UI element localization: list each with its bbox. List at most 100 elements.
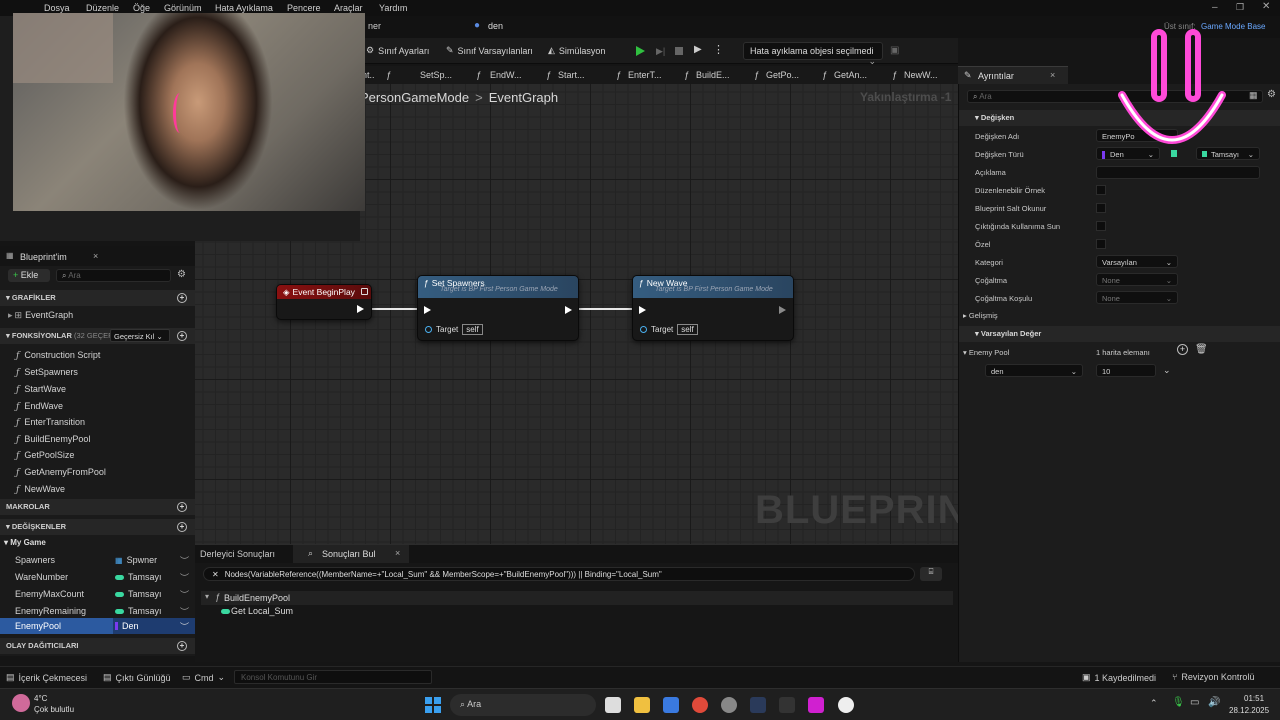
tab-compiler-results[interactable]: Derleyici Sonuçları	[200, 549, 275, 559]
content-drawer-button[interactable]: ▤ İçerik Çekmecesi	[6, 672, 87, 683]
private-checkbox[interactable]	[1096, 239, 1106, 249]
trash-icon[interactable]: 🗑	[1195, 344, 1208, 355]
add-function-icon[interactable]: +	[177, 331, 187, 341]
exec-out-pin[interactable]	[565, 306, 572, 314]
variable-row[interactable]: EnemyRemaining Tamsayı ︶	[0, 603, 195, 619]
settings-icon[interactable]: ⚙	[177, 269, 186, 280]
target-pin[interactable]: Target self	[640, 324, 698, 335]
cmd-dropdown[interactable]: ▭ Cmd ⌄	[182, 672, 225, 683]
volume-icon[interactable]: 🔊	[1208, 697, 1220, 708]
variable-row[interactable]: Spawners ▦ Spwner ︶	[0, 552, 195, 568]
windows-start-icon[interactable]	[425, 697, 441, 713]
unsaved-label: 1 Kaydedilmedi	[1094, 672, 1157, 683]
file-explorer-icon[interactable]	[634, 697, 650, 713]
epic-games-icon[interactable]	[779, 697, 795, 713]
revision-control-button[interactable]: ⑂ Revizyon Kontrolü	[1172, 672, 1254, 682]
readonly-checkbox[interactable]	[1096, 203, 1106, 213]
editable-checkbox[interactable]	[1096, 185, 1106, 195]
function-endwave[interactable]: ƒ EndWave	[16, 401, 63, 412]
enemy-pool-row[interactable]: ▾ Enemy Pool	[963, 348, 1009, 357]
close-tab-icon[interactable]: ×	[93, 251, 98, 261]
find-results-panel: Derleyici Sonuçları ⌕ Sonuçları Bul × ✕ N…	[195, 544, 958, 662]
tray-chevron-icon[interactable]: ⌃	[1150, 698, 1158, 709]
rep-condition-dropdown[interactable]: None ⌄	[1096, 291, 1178, 304]
function-setspawners[interactable]: ƒ SetSpawners	[16, 367, 78, 378]
override-dropdown[interactable]: Geçersiz Kıl ⌄	[110, 329, 170, 342]
task-view-icon[interactable]	[605, 697, 621, 713]
node-new-wave[interactable]: ƒ New Wave Target is BP First Person Game…	[632, 275, 794, 341]
mic-icon[interactable]: 🎙	[1172, 697, 1185, 708]
add-button[interactable]: + Ekle	[8, 269, 50, 282]
grid-view-icon[interactable]: ▦	[1249, 90, 1258, 101]
weather-icon[interactable]	[12, 694, 30, 712]
function-entertransition[interactable]: ƒ EnterTransition	[16, 417, 85, 428]
expose-checkbox[interactable]	[1096, 221, 1106, 231]
type-pill-icon	[115, 591, 124, 597]
node-set-spawners[interactable]: ƒ Set Spawners Target is BP First Person …	[417, 275, 579, 341]
chevron-down-icon[interactable]: ⌄	[1163, 365, 1171, 376]
add-variable-icon[interactable]: +	[177, 522, 187, 532]
function-getpoolsize[interactable]: ƒ GetPoolSize	[16, 450, 74, 461]
function-startwave[interactable]: ƒ StartWave	[16, 384, 66, 395]
close-tab-icon[interactable]: ×	[395, 548, 400, 558]
map-key-dropdown[interactable]: den ⌄	[985, 364, 1083, 377]
chrome-icon[interactable]	[692, 697, 708, 713]
add-macro-icon[interactable]: +	[177, 502, 187, 512]
category-dropdown[interactable]: Varsayılan ⌄	[1096, 255, 1178, 268]
steam-icon[interactable]	[750, 697, 766, 713]
variable-category[interactable]: ▾ My Game	[4, 538, 46, 547]
unsaved-button[interactable]: ▣ 1 Kaydedilmedi	[1082, 672, 1156, 683]
map-key-icon	[115, 622, 118, 630]
section-graphs[interactable]: ▾ GRAFİKLER +	[0, 290, 195, 306]
binoculars-icon[interactable]: ⌸	[920, 567, 942, 581]
output-log-button[interactable]: ▤ Çıktı Günlüğü	[103, 672, 171, 683]
taskbar-search[interactable]: ⌕ Ara	[450, 694, 596, 716]
exec-in-pin[interactable]	[639, 306, 646, 314]
exec-in-pin[interactable]	[424, 306, 431, 314]
console-input[interactable]: Konsol Komutunu Gir	[234, 670, 432, 684]
section-functions[interactable]: ▾ FONKSİYONLAR (32 GEÇERSİ Geçersiz Kıl …	[0, 328, 195, 344]
function-label: NewWave	[24, 484, 66, 494]
description-input[interactable]	[1096, 166, 1260, 179]
app-icon[interactable]	[721, 697, 737, 713]
delegate-pin[interactable]	[361, 288, 368, 295]
section-event-dispatchers[interactable]: OLAY DAĞITICILARI +	[0, 638, 195, 654]
settings-icon[interactable]: ⚙	[1267, 89, 1276, 100]
node-event-begin-play[interactable]: ◈ Event BeginPlay	[276, 284, 372, 320]
visibility-eye-icon[interactable]: ︶	[180, 588, 189, 601]
network-icon[interactable]: ▭	[1190, 697, 1199, 708]
unreal-engine-icon[interactable]	[838, 697, 854, 713]
section-default-value[interactable]: ▾ Varsayılan Değer	[959, 326, 1280, 342]
section-macros[interactable]: MAKROLAR +	[0, 499, 195, 515]
function-getanemyfrompool[interactable]: ƒ GetAnemyFromPool	[16, 467, 106, 478]
map-value-input[interactable]: 10	[1096, 364, 1156, 377]
visibility-eye-icon[interactable]: ︶	[180, 571, 189, 584]
exec-out-pin[interactable]	[779, 306, 786, 314]
result-row-function[interactable]: ▾ ƒ BuildEnemyPool	[201, 591, 953, 605]
graph-item-eventgraph[interactable]: ▸ ⊞ EventGraph	[8, 310, 73, 321]
add-element-icon[interactable]: +	[1177, 344, 1188, 355]
function-buildenemypool[interactable]: ƒ BuildEnemyPool	[16, 434, 90, 445]
my-blueprint-tab[interactable]: Blueprint'im	[20, 252, 67, 262]
visibility-eye-icon[interactable]: ︶	[180, 554, 189, 567]
variable-row[interactable]: WareNumber Tamsayı ︶	[0, 569, 195, 585]
add-graph-icon[interactable]: +	[177, 293, 187, 303]
exec-out-pin[interactable]	[357, 305, 364, 313]
target-pin[interactable]: Target self	[425, 324, 483, 335]
section-variables[interactable]: ▾ DEĞİŞKENLER +	[0, 519, 195, 535]
visibility-eye-icon[interactable]: ︶	[180, 620, 189, 633]
replication-dropdown[interactable]: None ⌄	[1096, 273, 1178, 286]
obs-icon[interactable]	[808, 697, 824, 713]
add-dispatcher-icon[interactable]: +	[177, 641, 187, 651]
variable-row[interactable]: EnemyMaxCount Tamsayı ︶	[0, 586, 195, 602]
section-advanced[interactable]: ▸ Gelişmiş	[963, 311, 998, 320]
variable-row-selected[interactable]: EnemyPool Den ︶	[0, 618, 195, 634]
clear-icon[interactable]: ✕	[212, 570, 219, 579]
find-query-input[interactable]: ✕ Nodes(VariableReference((MemberName=+"L…	[203, 567, 915, 581]
visibility-eye-icon[interactable]: ︶	[180, 605, 189, 618]
tab-find-results[interactable]: Sonuçları Bul	[322, 549, 376, 559]
blueprint-search-input[interactable]: ⌕ Ara	[56, 269, 171, 282]
function-newwave[interactable]: ƒ NewWave	[16, 484, 65, 495]
function-construction-script[interactable]: ƒ Construction Script	[16, 350, 100, 361]
store-icon[interactable]	[663, 697, 679, 713]
